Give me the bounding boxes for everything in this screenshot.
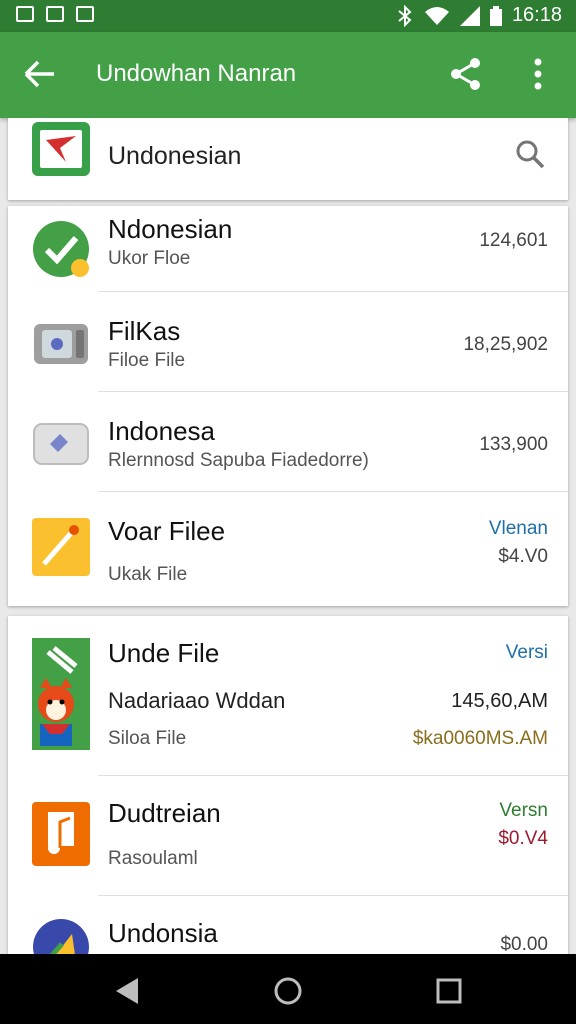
item-value: 124,601 — [479, 230, 548, 251]
item-value: $0.00 — [500, 934, 548, 954]
item-link[interactable]: Vlenan — [489, 518, 548, 540]
list-item[interactable]: Unde File Versi Nadariaao Wddan 145,60,A… — [8, 616, 568, 776]
list-item[interactable]: Indonesa Rlernnosd Sapuba Fiadedorre) 13… — [8, 392, 568, 492]
item-value: $ka0060MS.AM — [412, 728, 548, 749]
item-title: Ndonesian — [108, 214, 233, 244]
item-subtitle: Ukor Floe — [108, 248, 191, 269]
item-subtitle: Ukak File — [108, 564, 188, 585]
battery-icon — [489, 5, 502, 26]
item-subtitle: Filoe File — [108, 350, 186, 371]
list-item[interactable]: Ndonesian Ukor Floe 124,601 — [8, 206, 568, 292]
disk-icon — [33, 423, 89, 465]
item-subtitle: Rlernnosd Sapuba Fiadedorre) — [108, 450, 369, 471]
item-link[interactable]: Versn — [499, 800, 548, 822]
item-value: 133,900 — [479, 434, 548, 455]
more-options-icon[interactable] — [522, 56, 554, 92]
image-notification-icon — [16, 6, 34, 22]
item-subtitle: Rasoulaml — [108, 848, 198, 869]
list-item[interactable]: FilKas Filoe File 18,25,902 — [8, 292, 568, 392]
back-arrow-icon[interactable] — [22, 56, 58, 92]
content-list: Undonesian Ndonesian Ukor Floe 124,601 F… — [0, 118, 576, 954]
item-title: Dudtreian — [108, 798, 221, 828]
file-list-card-1: Ndonesian Ukor Floe 124,601 FilKas Filoe… — [8, 206, 568, 606]
file-list-card-2: Unde File Versi Nadariaao Wddan 145,60,A… — [8, 616, 568, 954]
item-link[interactable]: Versi — [506, 642, 548, 664]
app-bar: Undowhan Nanran — [0, 32, 576, 118]
music-file-icon — [32, 802, 90, 866]
item-value: $4.V0 — [498, 546, 548, 567]
signal-icon — [459, 5, 480, 26]
item-detail: Nadariaao Wddan — [108, 688, 286, 713]
share-icon[interactable] — [448, 56, 484, 92]
item-detail-value: 145,60,AM — [451, 690, 548, 712]
app-logo-icon — [32, 122, 90, 176]
item-title: Unde File — [108, 638, 220, 668]
item-title: Voar Filee — [108, 516, 226, 546]
list-item[interactable]: Dudtreian Rasoulaml Versn $0.V4 — [8, 776, 568, 896]
item-value: $0.V4 — [498, 828, 548, 849]
nav-home-icon[interactable] — [271, 974, 305, 1008]
list-item[interactable]: Voar Filee Ukak File Vlenan $4.V0 — [8, 492, 568, 606]
list-item[interactable]: Undonsia $0.00 — [8, 896, 568, 954]
nav-recents-icon[interactable] — [432, 974, 466, 1008]
item-subtitle: Siloa File — [108, 728, 187, 749]
navigation-bar — [0, 954, 576, 1024]
photo-notification-icon — [46, 6, 64, 22]
check-circle-icon — [33, 221, 89, 277]
item-value: 18,25,902 — [463, 334, 548, 355]
item-title: FilKas — [108, 316, 181, 346]
chart-app-icon — [33, 919, 89, 954]
mascot-app-icon — [32, 638, 90, 750]
storage-device-icon — [34, 324, 88, 364]
wifi-icon — [424, 6, 449, 25]
search-icon[interactable] — [514, 138, 546, 170]
app-notification-icon — [76, 6, 94, 22]
clock: 16:18 — [511, 4, 562, 26]
item-title: Indonesa — [108, 416, 215, 446]
status-bar: 16:18 — [0, 0, 576, 32]
nav-back-icon[interactable] — [110, 974, 144, 1008]
search-label: Undonesian — [108, 142, 242, 170]
bluetooth-icon — [398, 4, 412, 27]
app-bar-title: Undowhan Nanran — [96, 60, 297, 87]
brush-icon — [32, 518, 90, 576]
search-card[interactable]: Undonesian — [8, 118, 568, 200]
item-title: Undonsia — [108, 918, 218, 948]
